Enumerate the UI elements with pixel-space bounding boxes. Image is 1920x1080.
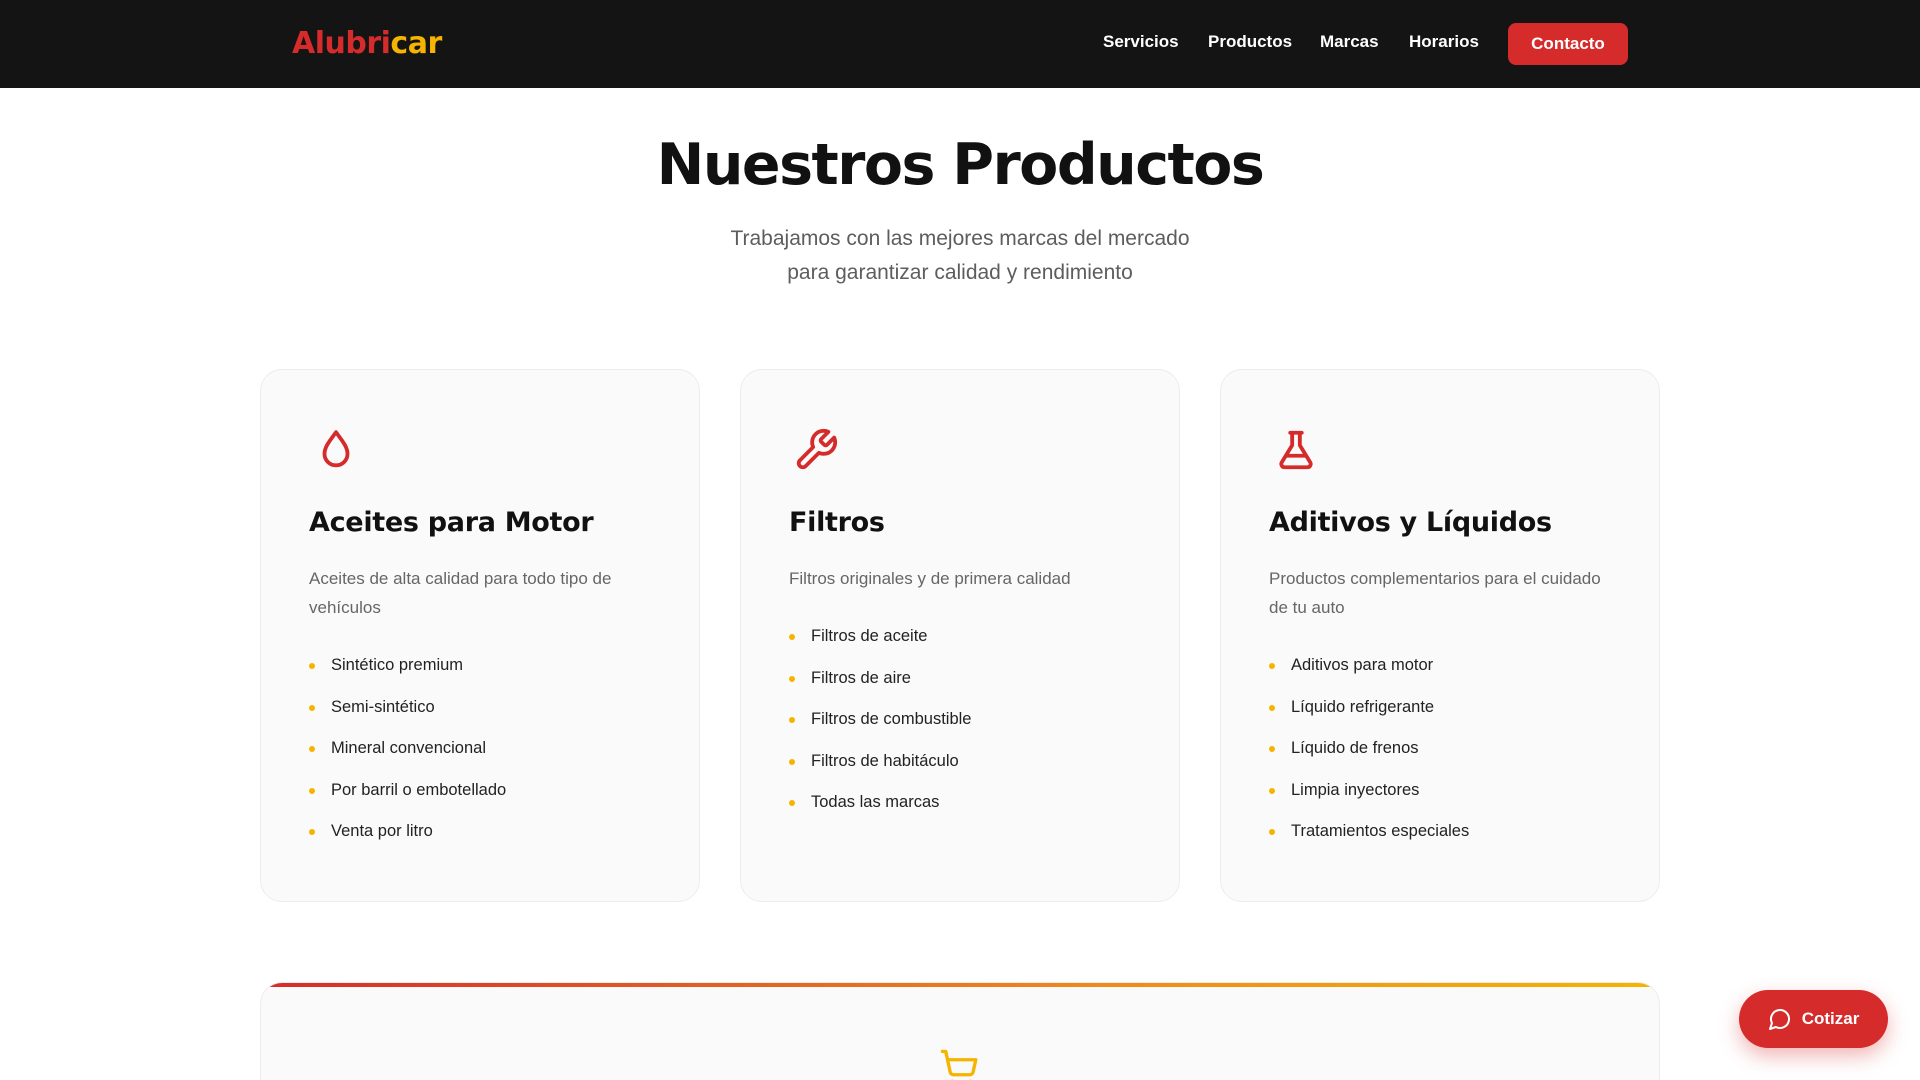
section-subtitle: Trabajamos con las mejores marcas del me… — [0, 222, 1920, 290]
card-title: Aditivos y Líquidos — [1269, 507, 1552, 538]
list-item: Filtros de aire — [789, 658, 1149, 700]
list-item: Aditivos para motor — [1269, 645, 1629, 687]
brand-logo[interactable]: Alubricar — [292, 27, 442, 61]
list-item: Por barril o embotellado — [309, 770, 669, 812]
gradient-accent-bar — [261, 983, 1659, 987]
product-card-aditivos: Aditivos y Líquidos Productos complement… — [1220, 369, 1660, 902]
contact-button[interactable]: Contacto — [1508, 23, 1628, 65]
flask-icon — [1279, 430, 1313, 470]
shopping-cart-icon — [940, 1049, 978, 1080]
card-description: Aceites de alta calidad para todo tipo d… — [309, 569, 612, 617]
wrench-icon — [796, 428, 838, 470]
list-item: Venta por litro — [309, 811, 669, 853]
section-title: Nuestros Productos — [656, 132, 1265, 198]
card-description: Productos complementarios para el cuidad… — [1269, 569, 1601, 617]
card-feature-list: Aditivos para motor Líquido refrigerante… — [1269, 645, 1629, 853]
list-item: Filtros de combustible — [789, 699, 1149, 741]
oil-drop-icon — [322, 430, 350, 468]
card-description: Filtros originales y de primera calidad — [789, 569, 1071, 588]
list-item: Mineral convencional — [309, 728, 669, 770]
brand-logo-part2: car — [390, 26, 442, 61]
quote-button-label: Cotizar — [1801, 1009, 1860, 1028]
list-item: Limpia inyectores — [1269, 770, 1629, 812]
section-subtitle-line1: Trabajamos con las mejores marcas del me… — [730, 227, 1190, 250]
nav-link-marcas[interactable]: Marcas — [1320, 32, 1379, 52]
card-title: Filtros — [789, 507, 885, 538]
card-title: Aceites para Motor — [309, 507, 594, 538]
list-item: Filtros de habitáculo — [789, 741, 1149, 783]
card-feature-list: Sintético premium Semi-sintético Mineral… — [309, 645, 669, 853]
list-item: Tratamientos especiales — [1269, 811, 1629, 853]
product-card-filtros: Filtros Filtros originales y de primera … — [740, 369, 1180, 902]
brand-logo-part1: Alubri — [292, 26, 391, 61]
nav-link-horarios[interactable]: Horarios — [1409, 32, 1479, 52]
list-item: Todas las marcas — [789, 782, 1149, 824]
top-navbar: Alubricar Servicios Productos Marcas Hor… — [0, 0, 1920, 88]
nav-link-servicios[interactable]: Servicios — [1103, 32, 1179, 52]
chat-bubble-icon — [1768, 1009, 1790, 1030]
list-item: Semi-sintético — [309, 687, 669, 729]
order-banner — [260, 982, 1660, 1080]
card-feature-list: Filtros de aceite Filtros de aire Filtro… — [789, 616, 1149, 824]
list-item: Sintético premium — [309, 645, 669, 687]
list-item: Líquido de frenos — [1269, 728, 1629, 770]
nav-link-productos[interactable]: Productos — [1208, 32, 1292, 52]
list-item: Filtros de aceite — [789, 616, 1149, 658]
quote-floating-button[interactable]: Cotizar — [1739, 990, 1888, 1048]
product-card-aceites: Aceites para Motor Aceites de alta calid… — [260, 369, 700, 902]
list-item: Líquido refrigerante — [1269, 687, 1629, 729]
section-subtitle-line2: para garantizar calidad y rendimiento — [787, 261, 1133, 284]
